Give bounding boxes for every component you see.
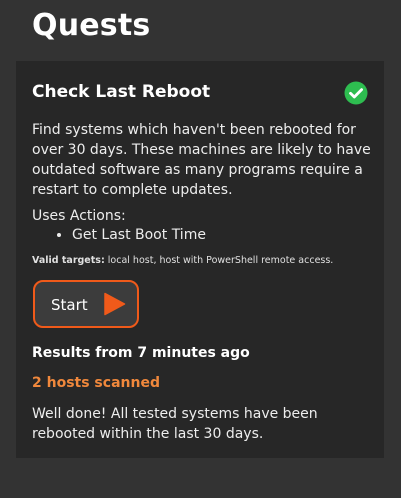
page-title: Quests: [32, 8, 151, 43]
check-circle-icon: [344, 81, 368, 105]
start-button-label: Start: [51, 296, 88, 314]
results-heading: Results from 7 minutes ago: [32, 345, 250, 361]
actions-list: Get Last Boot Time: [16, 225, 206, 245]
valid-targets-text: local host, host with PowerShell remote …: [107, 255, 334, 266]
quest-title: Check Last Reboot: [32, 82, 211, 102]
quest-description: Find systems which haven't been rebooted…: [32, 122, 371, 198]
uses-actions-label: Uses Actions:: [32, 208, 126, 224]
start-button[interactable]: Start: [33, 280, 139, 328]
quest-card: Check Last Reboot Find systems which hav…: [16, 61, 384, 458]
valid-targets-label: Valid targets:: [32, 255, 105, 266]
play-icon: [104, 292, 126, 316]
result-message: Well done! All tested systems have been …: [32, 406, 318, 442]
action-item: Get Last Boot Time: [72, 225, 206, 245]
hosts-scanned-link[interactable]: 2 hosts scanned: [32, 375, 160, 391]
valid-targets: Valid targets: local host, host with Pow…: [32, 255, 333, 266]
